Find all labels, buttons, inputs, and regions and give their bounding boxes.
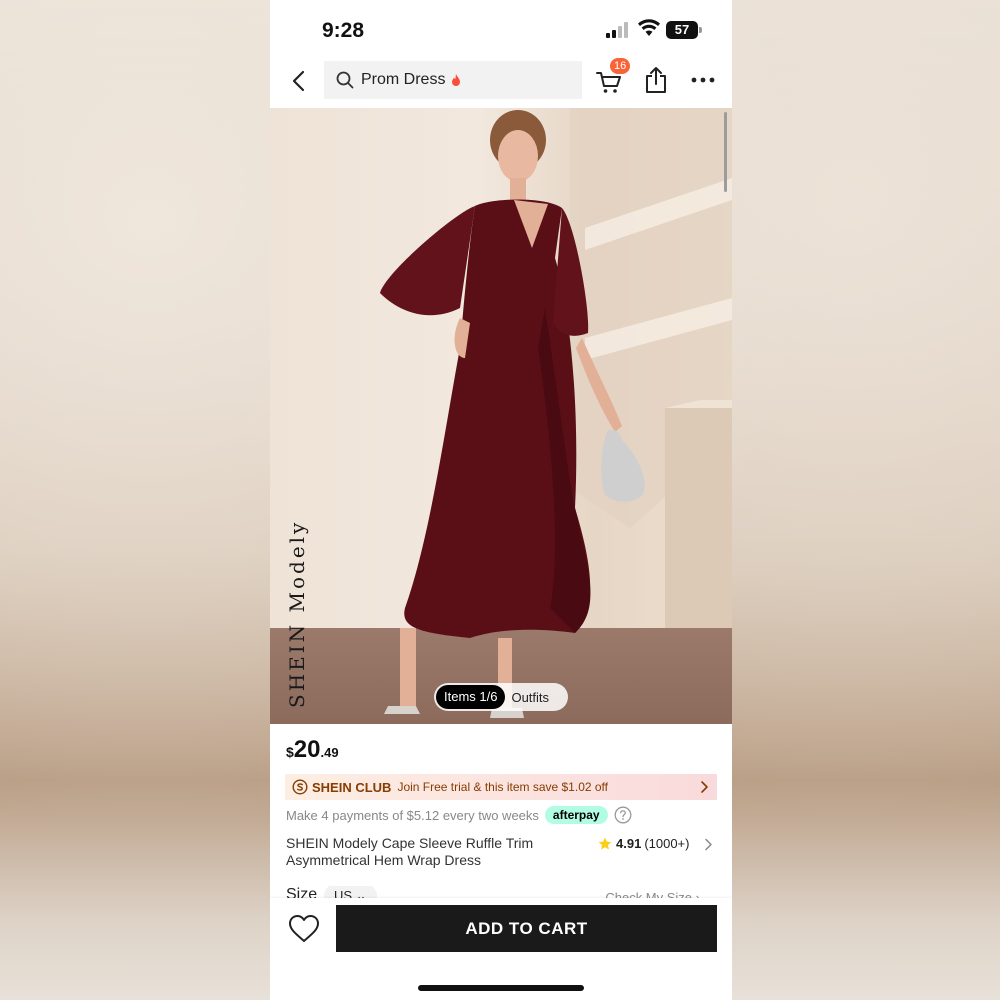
- share-icon[interactable]: [644, 66, 668, 94]
- product-price: $20.49: [286, 736, 339, 764]
- back-arrow-icon[interactable]: [286, 68, 312, 94]
- chevron-right-icon[interactable]: [704, 838, 713, 851]
- search-icon: [336, 71, 354, 89]
- status-time: 9:28: [322, 19, 365, 42]
- review-count: (1000+): [644, 836, 690, 851]
- brand-watermark: SHEIN Modely: [285, 519, 309, 708]
- search-query: Prom Dress: [361, 71, 446, 88]
- more-options-icon[interactable]: [690, 70, 716, 90]
- heart-icon[interactable]: [288, 914, 320, 944]
- gallery-view-switch: Items 1/6 Outfits: [434, 683, 568, 711]
- bottom-action-bar: ADD TO CART: [270, 898, 732, 1000]
- product-rating[interactable]: 4.91 (1000+): [598, 836, 689, 851]
- cellular-signal-icon: [606, 22, 628, 38]
- cart-count-badge: 16: [610, 58, 631, 74]
- club-offer-text: Join Free trial & this item save $1.02 o…: [397, 780, 608, 794]
- battery-icon: 57: [666, 21, 702, 39]
- fire-icon: [452, 73, 461, 86]
- installment-text: Make 4 payments of $5.12 every two weeks: [286, 807, 539, 823]
- product-image-carousel[interactable]: SHEIN Modely Items 1/6 Outfits: [270, 108, 732, 724]
- search-bar[interactable]: Prom Dress: [324, 61, 582, 99]
- battery-level: 57: [666, 21, 698, 39]
- product-title: SHEIN Modely Cape Sleeve Ruffle Trim Asy…: [286, 835, 534, 868]
- star-icon: [598, 837, 612, 849]
- battery-tip: [699, 27, 702, 33]
- top-nav: Prom Dress 16: [270, 56, 732, 106]
- status-bar: 9:28 57: [270, 0, 732, 56]
- help-circle-icon[interactable]: [614, 806, 632, 824]
- price-decimal: .49: [320, 745, 339, 760]
- model-figure: [380, 110, 645, 718]
- price-integer: 20: [293, 736, 321, 763]
- add-to-cart-button[interactable]: ADD TO CART: [336, 905, 717, 952]
- wifi-icon: [638, 19, 660, 36]
- installment-info: Make 4 payments of $5.12 every two weeks…: [286, 806, 632, 824]
- club-promo-banner[interactable]: SHEIN CLUB Join Free trial & this item s…: [285, 774, 717, 800]
- tab-outfits[interactable]: Outfits: [511, 690, 549, 705]
- club-s-icon: [292, 779, 308, 795]
- phone-screen: 9:28 57 Prom Dress 16 SHEIN Modely Items…: [270, 0, 732, 1000]
- price-currency: $: [286, 744, 294, 760]
- chevron-right-icon: [701, 781, 708, 793]
- tab-items[interactable]: Items 1/6: [436, 685, 506, 709]
- afterpay-badge[interactable]: afterpay: [544, 806, 608, 824]
- rating-value: 4.91: [616, 836, 642, 851]
- home-indicator: [418, 985, 584, 991]
- image-scroll-indicator: [724, 112, 727, 192]
- club-name: SHEIN CLUB: [312, 779, 392, 795]
